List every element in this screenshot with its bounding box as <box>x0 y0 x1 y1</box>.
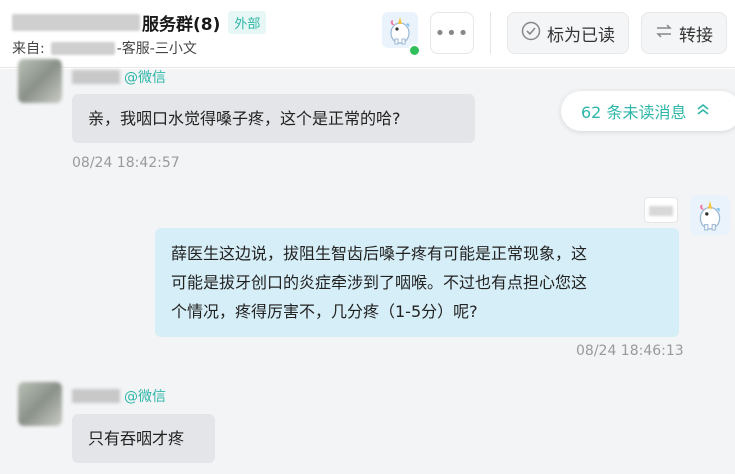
unicorn-icon <box>390 17 410 45</box>
source-redacted <box>50 41 115 55</box>
sender-avatar[interactable] <box>18 382 62 426</box>
chat-area[interactable]: @微信 亲，我咽口水觉得嗓子疼，这个是正常的哈? 08/24 18:42:57 … <box>0 59 735 474</box>
message-line: 薛医生这边说，拔阻生智齿后嗓子疼有可能是正常现象，这 <box>171 244 588 263</box>
message-line: 个情况，疼得厉害不，几分疼（1-5分）呢? <box>171 302 478 321</box>
more-dots-icon: ••• <box>434 22 470 44</box>
sender-avatar[interactable] <box>18 59 62 103</box>
transfer-button[interactable]: 转接 <box>641 12 727 54</box>
group-name-redacted <box>12 14 140 31</box>
message-bubble[interactable]: 只有吞咽才疼 <box>72 414 215 463</box>
agent-avatar[interactable] <box>690 195 730 235</box>
contact-avatar[interactable] <box>382 12 418 48</box>
source-suffix: -客服-三小文 <box>116 41 197 57</box>
message-line: 可能是拔牙创口的炎症牵涉到了咽喉。不过也有点担心您这 <box>171 273 588 292</box>
message-time: 08/24 18:46:13 <box>576 343 684 359</box>
external-tag: 外部 <box>228 11 267 34</box>
agent-name-redacted <box>644 197 678 223</box>
group-title: 服务群(8) <box>142 15 221 35</box>
online-status-dot <box>408 44 421 57</box>
message-text: 只有吞咽才疼 <box>88 429 185 448</box>
sender-source: @微信 <box>124 70 166 86</box>
sender-source: @微信 <box>124 389 166 405</box>
sender-row: @微信 <box>72 67 166 87</box>
source-row: 来自: -客服-三小文 <box>12 38 197 58</box>
transfer-label: 转接 <box>679 25 713 46</box>
unicorn-icon <box>699 201 721 231</box>
sender-name-redacted <box>72 389 120 403</box>
source-prefix: 来自: <box>12 41 45 57</box>
check-circle-icon <box>521 21 541 46</box>
message-bubble[interactable]: 亲，我咽口水觉得嗓子疼，这个是正常的哈? <box>72 94 475 143</box>
unread-messages-button[interactable]: 62 条未读消息 <box>561 91 735 131</box>
sender-name-redacted <box>72 70 120 84</box>
unread-label: 62 条未读消息 <box>581 103 687 122</box>
group-title-row: 服务群(8) 外部 <box>12 10 267 35</box>
message-time: 08/24 18:42:57 <box>72 155 180 171</box>
chat-header: 服务群(8) 外部 来自: -客服-三小文 ••• 标为已读 转接 <box>0 0 735 68</box>
message-bubble[interactable]: 薛医生这边说，拔阻生智齿后嗓子疼有可能是正常现象，这 可能是拔牙创口的炎症牵涉到… <box>155 228 679 337</box>
message-text: 亲，我咽口水觉得嗓子疼，这个是正常的哈? <box>88 109 401 128</box>
swap-arrows-icon <box>655 23 673 44</box>
double-chevron-up-icon <box>696 102 710 120</box>
mark-read-button[interactable]: 标为已读 <box>507 12 629 54</box>
mark-read-label: 标为已读 <box>547 25 615 46</box>
sender-row: @微信 <box>72 386 166 406</box>
more-button[interactable]: ••• <box>430 12 474 54</box>
header-divider <box>490 12 491 54</box>
